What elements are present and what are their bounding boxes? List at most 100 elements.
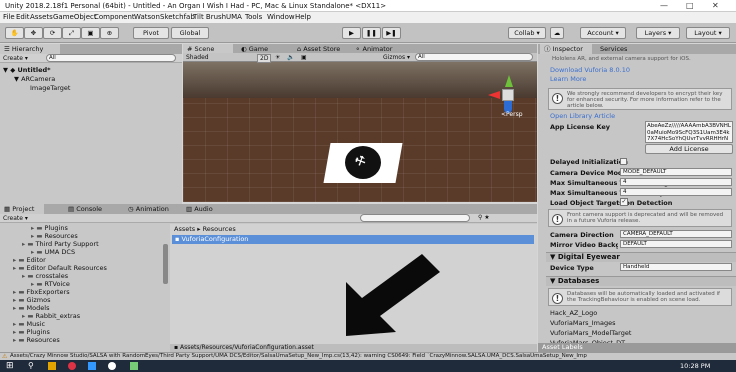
- folder-tree-item[interactable]: ▸ ▬ Third Party Support: [22, 240, 99, 248]
- minimize-button[interactable]: —: [660, 1, 668, 10]
- menu-component[interactable]: Component: [94, 13, 135, 21]
- breadcrumb-assets[interactable]: Assets: [174, 225, 195, 233]
- database-item[interactable]: Hack_AZ_Logo: [550, 309, 597, 317]
- pause-icon[interactable]: ❚❚: [362, 27, 381, 39]
- tab-services[interactable]: Services: [596, 44, 636, 54]
- folder-tree-item[interactable]: ▸ ▬ Resources: [13, 336, 60, 344]
- chrome-icon[interactable]: [68, 362, 76, 370]
- folder-tree-item[interactable]: ▸ ▬ crosstales: [22, 272, 68, 280]
- add-license-button[interactable]: Add License: [645, 144, 733, 154]
- maximize-button[interactable]: □: [686, 1, 694, 10]
- project-search-input[interactable]: [360, 214, 470, 222]
- rotate-tool-icon[interactable]: ⟳: [43, 27, 62, 39]
- asset-labels-bar[interactable]: Asset Labels: [538, 343, 736, 352]
- menu-sketchfab[interactable]: Sketchfab: [160, 13, 195, 21]
- hierarchy-search-input[interactable]: All: [46, 54, 176, 62]
- folder-tree-item[interactable]: ▸ ▬ Plugins: [13, 328, 50, 336]
- filter-icon[interactable]: ⚲ ★: [478, 214, 490, 221]
- project-create-button[interactable]: Create ▾: [3, 215, 28, 222]
- global-toggle[interactable]: Global: [171, 27, 209, 39]
- folder-tree-item[interactable]: ▸ ▬ Editor: [13, 256, 46, 264]
- mirror-video-select[interactable]: DEFAULT: [620, 240, 732, 248]
- account-dropdown[interactable]: Account ▾: [580, 27, 626, 39]
- pivot-toggle[interactable]: Pivot: [133, 27, 169, 39]
- effects-icon[interactable]: ▣: [301, 54, 307, 61]
- menu-edit[interactable]: Edit: [16, 13, 30, 21]
- scene-view[interactable]: Shaded 2D ☀ 🔈 ▣ Gizmos ▾ All ⚒ <Persp: [183, 53, 537, 202]
- folder-tree-item[interactable]: ▸ ▬ Editor Default Resources: [13, 264, 107, 272]
- digital-eyewear-section[interactable]: ▼ Digital Eyewear: [546, 252, 736, 262]
- scene-search-input[interactable]: All: [415, 53, 533, 61]
- persp-label[interactable]: <Persp: [501, 111, 523, 118]
- hierarchy-create-button[interactable]: Create ▾: [3, 55, 28, 62]
- tab-hierarchy[interactable]: ☰ Hierarchy: [0, 44, 60, 54]
- camera-device-mode-select[interactable]: MODE_DEFAULT: [620, 168, 732, 176]
- menu-tools[interactable]: Tools: [245, 13, 262, 21]
- hierarchy-item-imagetarget[interactable]: ImageTarget: [30, 84, 70, 92]
- menu-assets[interactable]: Assets: [30, 13, 53, 21]
- hand-tool-icon[interactable]: ✋: [5, 27, 24, 39]
- scene-orientation-gizmo[interactable]: [488, 75, 528, 115]
- transform-tool-icon[interactable]: ⊕: [100, 27, 119, 39]
- move-tool-icon[interactable]: ✥: [24, 27, 43, 39]
- folder-tree-item[interactable]: ▸ ▬ Plugins: [31, 224, 68, 232]
- scene-root[interactable]: ▼ ◆ Untitled*: [3, 66, 51, 74]
- folder-tree-item[interactable]: ▸ ▬ Music: [13, 320, 45, 328]
- windows-start-icon[interactable]: ⊞: [6, 361, 14, 371]
- load-object-targets-checkbox[interactable]: ✓: [620, 198, 628, 206]
- tab-inspector[interactable]: ⓘ Inspector: [540, 44, 592, 54]
- cloud-icon[interactable]: ☁: [550, 27, 564, 39]
- app-icon[interactable]: [130, 362, 138, 370]
- tree-scrollbar[interactable]: [163, 244, 168, 284]
- folder-tree-item[interactable]: ▸ ▬ Rabbit_extras: [22, 312, 80, 320]
- shading-dropdown[interactable]: Shaded: [186, 54, 209, 61]
- menu-watson[interactable]: Watson: [134, 13, 160, 21]
- database-item[interactable]: VuforiaMars_Images: [550, 319, 616, 327]
- download-vuforia-link[interactable]: Download Vuforia 8.0.10: [550, 66, 630, 74]
- app-license-key-input[interactable]: AbeAeZz/////AAAAmbA3BVNHL0aMuioMo9ScFQ3S…: [645, 121, 733, 143]
- tab-audio-mixer[interactable]: ▥ Audio Mixer: [182, 204, 234, 223]
- folder-tree-item[interactable]: ▸ ▬ Gizmos: [13, 296, 51, 304]
- lighting-icon[interactable]: ☀: [275, 54, 280, 61]
- menu-window[interactable]: Window: [267, 13, 295, 21]
- audio-icon[interactable]: 🔈: [287, 54, 294, 61]
- camera-direction-select[interactable]: CAMERA_DEFAULT: [620, 230, 732, 238]
- scale-tool-icon[interactable]: ⤢: [62, 27, 81, 39]
- rect-tool-icon[interactable]: ▣: [81, 27, 100, 39]
- max-tracked-images-input[interactable]: 4: [620, 178, 732, 186]
- console-warning-text[interactable]: Assets/Crazy Minnow Studio/SALSA with Ra…: [10, 353, 734, 359]
- max-tracked-objects-input[interactable]: 4: [620, 188, 732, 196]
- app-icon[interactable]: [88, 362, 96, 370]
- database-item[interactable]: VuforiaMars_ModelTarget: [550, 329, 631, 337]
- play-icon[interactable]: ▶: [342, 27, 361, 39]
- gizmos-dropdown[interactable]: Gizmos ▾: [383, 54, 410, 61]
- close-button[interactable]: ✕: [712, 1, 719, 10]
- folder-tree-item[interactable]: ▸ ▬ RTVoice: [31, 280, 70, 288]
- tab-console[interactable]: ▤ Console: [64, 204, 110, 214]
- menu-tiltbrush[interactable]: Tilt Brush: [193, 13, 226, 21]
- tab-project[interactable]: ▦ Project: [0, 204, 44, 214]
- folder-tree-item[interactable]: ▸ ▬ Models: [13, 304, 49, 312]
- delayed-init-checkbox[interactable]: [620, 158, 627, 165]
- hierarchy-item-arcamera[interactable]: ▼ ARCamera: [14, 75, 55, 83]
- asset-item-vuforiaconfiguration[interactable]: ▪ VuforiaConfiguration: [172, 235, 534, 244]
- breadcrumb-resources[interactable]: Resources: [203, 225, 236, 233]
- step-icon[interactable]: ▶❚: [382, 27, 401, 39]
- 2d-toggle[interactable]: 2D: [257, 54, 272, 63]
- layout-dropdown[interactable]: Layout ▾: [686, 27, 730, 39]
- unity-icon[interactable]: [108, 362, 116, 370]
- menu-gameobject[interactable]: GameObject: [53, 13, 97, 21]
- search-icon[interactable]: ⚲: [28, 361, 34, 370]
- folder-tree-item[interactable]: ▸ ▬ Resources: [31, 232, 78, 240]
- open-library-link[interactable]: Open Library Article: [550, 112, 615, 120]
- learn-more-link[interactable]: Learn More: [550, 75, 586, 83]
- databases-section[interactable]: ▼ Databases: [546, 276, 736, 286]
- tab-animation[interactable]: ◷ Animation: [124, 204, 176, 214]
- folder-tree-item[interactable]: ▸ ▬ FbxExporters: [13, 288, 70, 296]
- collab-button[interactable]: Collab ▾: [508, 27, 546, 39]
- file-explorer-icon[interactable]: [48, 362, 56, 370]
- layers-dropdown[interactable]: Layers ▾: [636, 27, 680, 39]
- device-type-select[interactable]: Handheld: [620, 263, 732, 271]
- menu-uma[interactable]: UMA: [226, 13, 242, 21]
- menu-help[interactable]: Help: [295, 13, 311, 21]
